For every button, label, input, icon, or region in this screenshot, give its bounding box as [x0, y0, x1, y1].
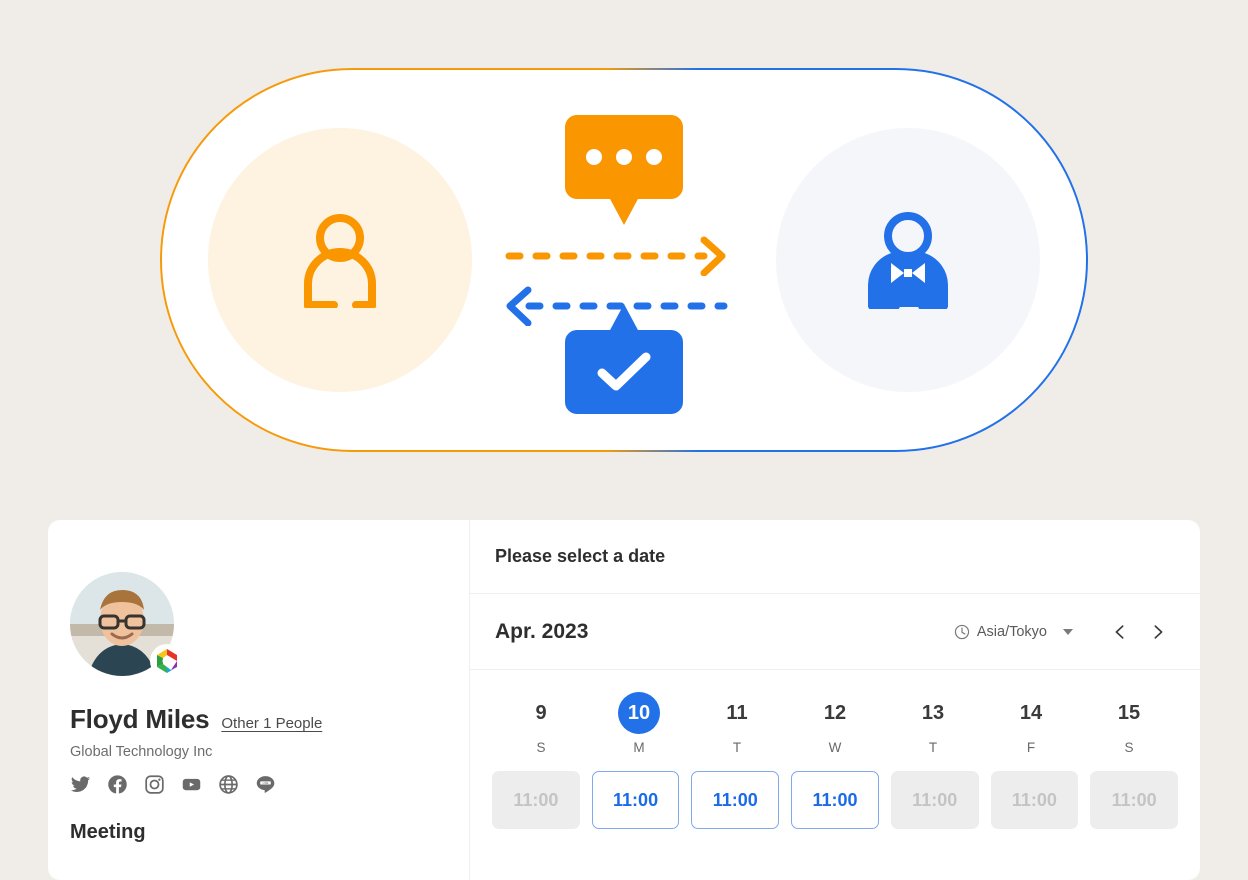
other-people-link[interactable]: Other 1 People: [221, 715, 322, 732]
day-column[interactable]: 9S: [492, 692, 590, 755]
day-number: 11: [716, 692, 758, 734]
typing-dot: [616, 149, 632, 165]
timezone-value: Asia/Tokyo: [977, 624, 1047, 640]
days-header-grid: 9S10M11T12W13T14F15S: [470, 670, 1200, 755]
day-column[interactable]: 14 F: [982, 692, 1080, 755]
day-of-week: M: [633, 740, 644, 755]
chevron-down-icon: [1063, 629, 1073, 635]
toolbar-controls: Asia/Tokyo: [952, 615, 1175, 649]
day-column[interactable]: 15 S: [1080, 692, 1178, 755]
hero-illustration: [160, 68, 1088, 452]
next-week-button[interactable]: [1141, 615, 1175, 649]
day-column[interactable]: 13 T: [884, 692, 982, 755]
month-label: Apr. 2023: [495, 620, 588, 644]
day-column[interactable]: 11 T: [688, 692, 786, 755]
profile-name: Floyd Miles: [70, 704, 209, 735]
typing-dot: [586, 149, 602, 165]
day-number: 14: [1010, 692, 1052, 734]
check-icon: [597, 352, 651, 392]
day-number: 12: [814, 692, 856, 734]
chevron-left-icon: [1111, 623, 1129, 641]
chat-check-bubble: [565, 330, 683, 414]
typing-dots: [586, 149, 662, 165]
day-of-week: S: [1124, 740, 1133, 755]
twitter-icon[interactable]: [70, 774, 91, 795]
scheduler-toolbar: Apr. 2023 Asia/Tokyo: [470, 594, 1200, 670]
day-number: 9: [520, 692, 562, 734]
chat-typing-bubble: [565, 115, 683, 199]
hero-center-column: [504, 68, 744, 452]
time-slot-available[interactable]: 11:00: [691, 771, 779, 829]
hexagon-pinwheel-logo: [150, 644, 184, 678]
time-slot-disabled: 11:00: [1090, 771, 1178, 829]
typing-dot: [646, 149, 662, 165]
facebook-icon[interactable]: [107, 774, 128, 795]
day-of-week: S: [536, 740, 545, 755]
business-person-bowtie-icon: [860, 211, 956, 309]
person-outline-icon: [294, 212, 386, 308]
profile-column: Floyd Miles Other 1 People Global Techno…: [48, 520, 470, 880]
avatar-wrapper: [70, 572, 174, 676]
day-of-week: T: [733, 740, 741, 755]
day-of-week: W: [829, 740, 842, 755]
scheduler-title-bar: Please select a date: [470, 520, 1200, 594]
scheduler-title: Please select a date: [495, 546, 665, 567]
timezone-select[interactable]: Asia/Tokyo: [952, 620, 1075, 644]
youtube-icon[interactable]: [181, 774, 202, 795]
time-slot-disabled: 11:00: [891, 771, 979, 829]
dashed-arrow-right: [404, 236, 844, 276]
day-column[interactable]: 12 W: [786, 692, 884, 755]
svg-text:LINE: LINE: [263, 781, 269, 785]
profile-name-row: Floyd Miles Other 1 People: [70, 704, 469, 735]
meeting-heading: Meeting: [70, 821, 469, 844]
time-slot-available[interactable]: 11:00: [592, 771, 680, 829]
instagram-icon[interactable]: [144, 774, 165, 795]
day-column[interactable]: 10 M: [590, 692, 688, 755]
social-links-row: LINE: [70, 774, 469, 795]
time-slots-grid: 11:0011:0011:0011:0011:0011:0011:00: [470, 755, 1200, 829]
day-number: 13: [912, 692, 954, 734]
clock-icon: [954, 624, 970, 640]
website-globe-icon[interactable]: [218, 774, 239, 795]
company-name: Global Technology Inc: [70, 744, 469, 760]
scheduler-column: Please select a date Apr. 2023 Asia/Toky…: [470, 520, 1200, 880]
time-slot-disabled: 11:00: [492, 771, 580, 829]
day-number: 10: [618, 692, 660, 734]
prev-week-button[interactable]: [1103, 615, 1137, 649]
day-of-week: F: [1027, 740, 1035, 755]
booking-panel: Floyd Miles Other 1 People Global Techno…: [48, 520, 1200, 880]
time-slot-available[interactable]: 11:00: [791, 771, 879, 829]
time-slot-disabled: 11:00: [991, 771, 1079, 829]
chevron-right-icon: [1149, 623, 1167, 641]
day-number: 15: [1108, 692, 1150, 734]
line-icon[interactable]: LINE: [255, 774, 276, 795]
day-of-week: T: [929, 740, 937, 755]
